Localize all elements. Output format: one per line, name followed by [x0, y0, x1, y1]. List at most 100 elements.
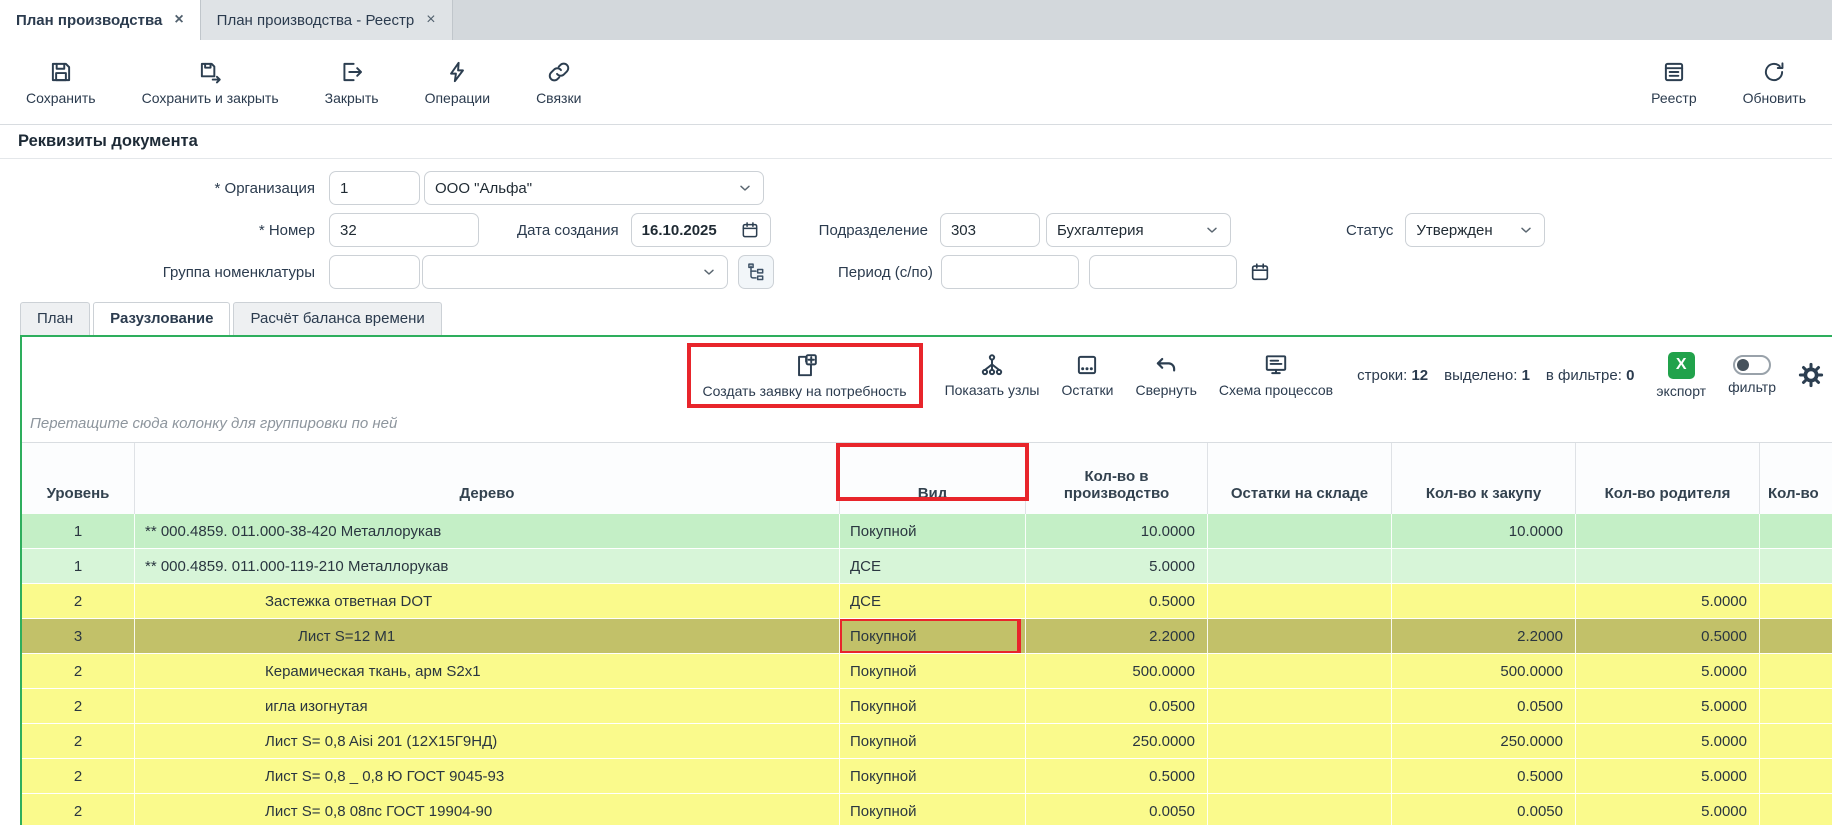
- cell-qty-cut: [1760, 689, 1832, 724]
- cell-qty-cut: [1760, 514, 1832, 549]
- cell-tree: Застежка ответная DOT: [135, 584, 840, 619]
- table-row[interactable]: 1 ** 000.4859. 011.000-119-210 Металлору…: [22, 549, 1832, 584]
- links-label: Связки: [536, 90, 581, 106]
- column-header-qty-purchase[interactable]: Кол-во к закупу: [1392, 443, 1576, 514]
- close-icon[interactable]: ×: [174, 11, 183, 29]
- table-row[interactable]: 2 Застежка ответная DOT ДСЕ 0.5000 5.000…: [22, 584, 1832, 619]
- operations-button[interactable]: Операции: [425, 59, 491, 106]
- requisites-form: * Организация 1 ООО "Альфа" * Номер 32 Д…: [0, 159, 1832, 299]
- cell-kind: ДСЕ: [840, 584, 1026, 619]
- column-header-qty-production[interactable]: Кол-во в производство: [1026, 443, 1208, 514]
- save-and-close-button[interactable]: Сохранить и закрыть: [142, 59, 279, 106]
- department-label: Подразделение: [819, 222, 928, 239]
- close-icon[interactable]: ×: [426, 11, 435, 29]
- tab-plan[interactable]: План: [20, 302, 90, 335]
- tree-select-button[interactable]: [738, 255, 774, 289]
- calendar-icon[interactable]: [740, 220, 760, 240]
- organization-label: * Организация: [0, 180, 315, 197]
- cell-kind: Покупной: [840, 654, 1026, 689]
- section-title: Реквизиты документа: [0, 124, 1832, 159]
- column-header-qty-cut[interactable]: Кол-во: [1760, 443, 1832, 514]
- cell-kind: ДСЕ: [840, 549, 1026, 584]
- table-row-selected[interactable]: 3 Лист S=12 М1 Покупной 2.2000 2.2000 0.…: [22, 619, 1832, 654]
- cell-level: 2: [22, 689, 135, 724]
- column-header-qty-parent[interactable]: Кол-во родителя: [1576, 443, 1760, 514]
- create-request-button[interactable]: Создать заявку на потребность: [703, 353, 907, 399]
- collapse-button[interactable]: Свернуть: [1135, 352, 1196, 398]
- rows-counter-label: строки:: [1357, 367, 1407, 384]
- period-calendar-button[interactable]: [1249, 261, 1271, 283]
- cell-qty-purchase: 2.2000: [1392, 619, 1576, 654]
- decomposition-panel: Создать заявку на потребность Показать у…: [20, 335, 1832, 825]
- cell-tree: Лист S= 0,8 _ 0,8 Ю ГОСТ 9045-93: [135, 759, 840, 794]
- cell-level: 2: [22, 654, 135, 689]
- period-to-field[interactable]: [1089, 255, 1237, 289]
- number-label: * Номер: [0, 222, 315, 239]
- table-row[interactable]: 2 Лист S= 0,8 08пс ГОСТ 19904-90 Покупно…: [22, 794, 1832, 825]
- close-button[interactable]: Закрыть: [325, 59, 379, 106]
- selected-counter: выделено: 1: [1444, 367, 1530, 384]
- refresh-button[interactable]: Обновить: [1743, 59, 1806, 106]
- table-row[interactable]: 2 игла изогнутая Покупной 0.0500 0.0500 …: [22, 689, 1832, 724]
- floppy-icon: [48, 59, 74, 85]
- remains-button[interactable]: Остатки: [1061, 352, 1113, 398]
- annotation-create-request: Создать заявку на потребность: [687, 343, 923, 408]
- organization-code-field[interactable]: 1: [329, 171, 420, 205]
- process-scheme-button[interactable]: Схема процессов: [1219, 352, 1333, 398]
- refresh-label: Обновить: [1743, 90, 1806, 106]
- settings-button[interactable]: [1798, 362, 1824, 388]
- status-select[interactable]: Утвержден: [1405, 213, 1545, 247]
- nodes-icon: [979, 352, 1005, 378]
- period-from-field[interactable]: [941, 255, 1079, 289]
- date-created-field[interactable]: 16.10.2025: [631, 213, 771, 247]
- rows-counter: строки: 12: [1357, 367, 1428, 384]
- organization-select[interactable]: ООО "Альфа": [424, 171, 764, 205]
- date-created-label: Дата создания: [517, 222, 619, 239]
- cell-qty-production: 0.5000: [1026, 759, 1208, 794]
- decomposition-table: Уровень Дерево Вид Кол-во в производство…: [22, 442, 1832, 825]
- window-tab-bar: План производства × План производства - …: [0, 0, 1832, 40]
- nomenclature-group-code-field[interactable]: [329, 255, 420, 289]
- table-row[interactable]: 1 ** 000.4859. 011.000-38-420 Металлорук…: [22, 514, 1832, 549]
- cell-tree: Керамическая ткань, арм S2x1: [135, 654, 840, 689]
- links-button[interactable]: Связки: [536, 59, 581, 106]
- tab-label: План: [37, 310, 73, 327]
- cell-qty-production: 0.0500: [1026, 689, 1208, 724]
- selected-counter-label: выделено:: [1444, 367, 1517, 384]
- filter-toggle[interactable]: фильтр: [1728, 355, 1776, 395]
- cell-qty-parent: 5.0000: [1576, 689, 1760, 724]
- table-row[interactable]: 2 Лист S= 0,8 _ 0,8 Ю ГОСТ 9045-93 Покуп…: [22, 759, 1832, 794]
- column-header-level[interactable]: Уровень: [22, 443, 135, 514]
- cell-qty-cut: [1760, 619, 1832, 654]
- window-tab-plan[interactable]: План производства ×: [0, 0, 201, 40]
- table-row[interactable]: 2 Лист S= 0,8 Aisi 201 (12Х15Г9НД) Покуп…: [22, 724, 1832, 759]
- export-label: экспорт: [1656, 383, 1706, 399]
- department-code-field[interactable]: 303: [940, 213, 1040, 247]
- column-header-tree[interactable]: Дерево: [135, 443, 840, 514]
- tab-decomposition[interactable]: Разузлование: [93, 302, 230, 335]
- window-tab-label: План производства: [16, 12, 162, 29]
- create-request-label: Создать заявку на потребность: [703, 383, 907, 399]
- undo-arrow-icon: [1153, 352, 1179, 378]
- department-select[interactable]: Бухгалтерия: [1046, 213, 1231, 247]
- cell-qty-purchase: 0.0500: [1392, 689, 1576, 724]
- cell-level: 2: [22, 794, 135, 825]
- window-tab-registry[interactable]: План производства - Реестр ×: [201, 0, 453, 40]
- show-nodes-button[interactable]: Показать узлы: [945, 352, 1040, 398]
- remains-label: Остатки: [1061, 382, 1113, 398]
- nomenclature-group-select[interactable]: [422, 255, 728, 289]
- table-row[interactable]: 2 Керамическая ткань, арм S2x1 Покупной …: [22, 654, 1832, 689]
- column-header-stock-remains[interactable]: Остатки на складе: [1208, 443, 1392, 514]
- cell-stock-remains: [1208, 514, 1392, 549]
- tab-label: Расчёт баланса времени: [250, 310, 424, 327]
- number-field[interactable]: 32: [329, 213, 479, 247]
- column-header-kind[interactable]: Вид: [840, 443, 1026, 514]
- tab-time-balance[interactable]: Расчёт баланса времени: [233, 302, 441, 335]
- save-close-label: Сохранить и закрыть: [142, 90, 279, 106]
- registry-button[interactable]: Реестр: [1651, 59, 1697, 106]
- cell-qty-parent: 5.0000: [1576, 654, 1760, 689]
- export-button[interactable]: X экспорт: [1656, 352, 1706, 399]
- toggle-icon[interactable]: [1733, 355, 1771, 375]
- save-button[interactable]: Сохранить: [26, 59, 96, 106]
- status-value: Утвержден: [1416, 222, 1492, 239]
